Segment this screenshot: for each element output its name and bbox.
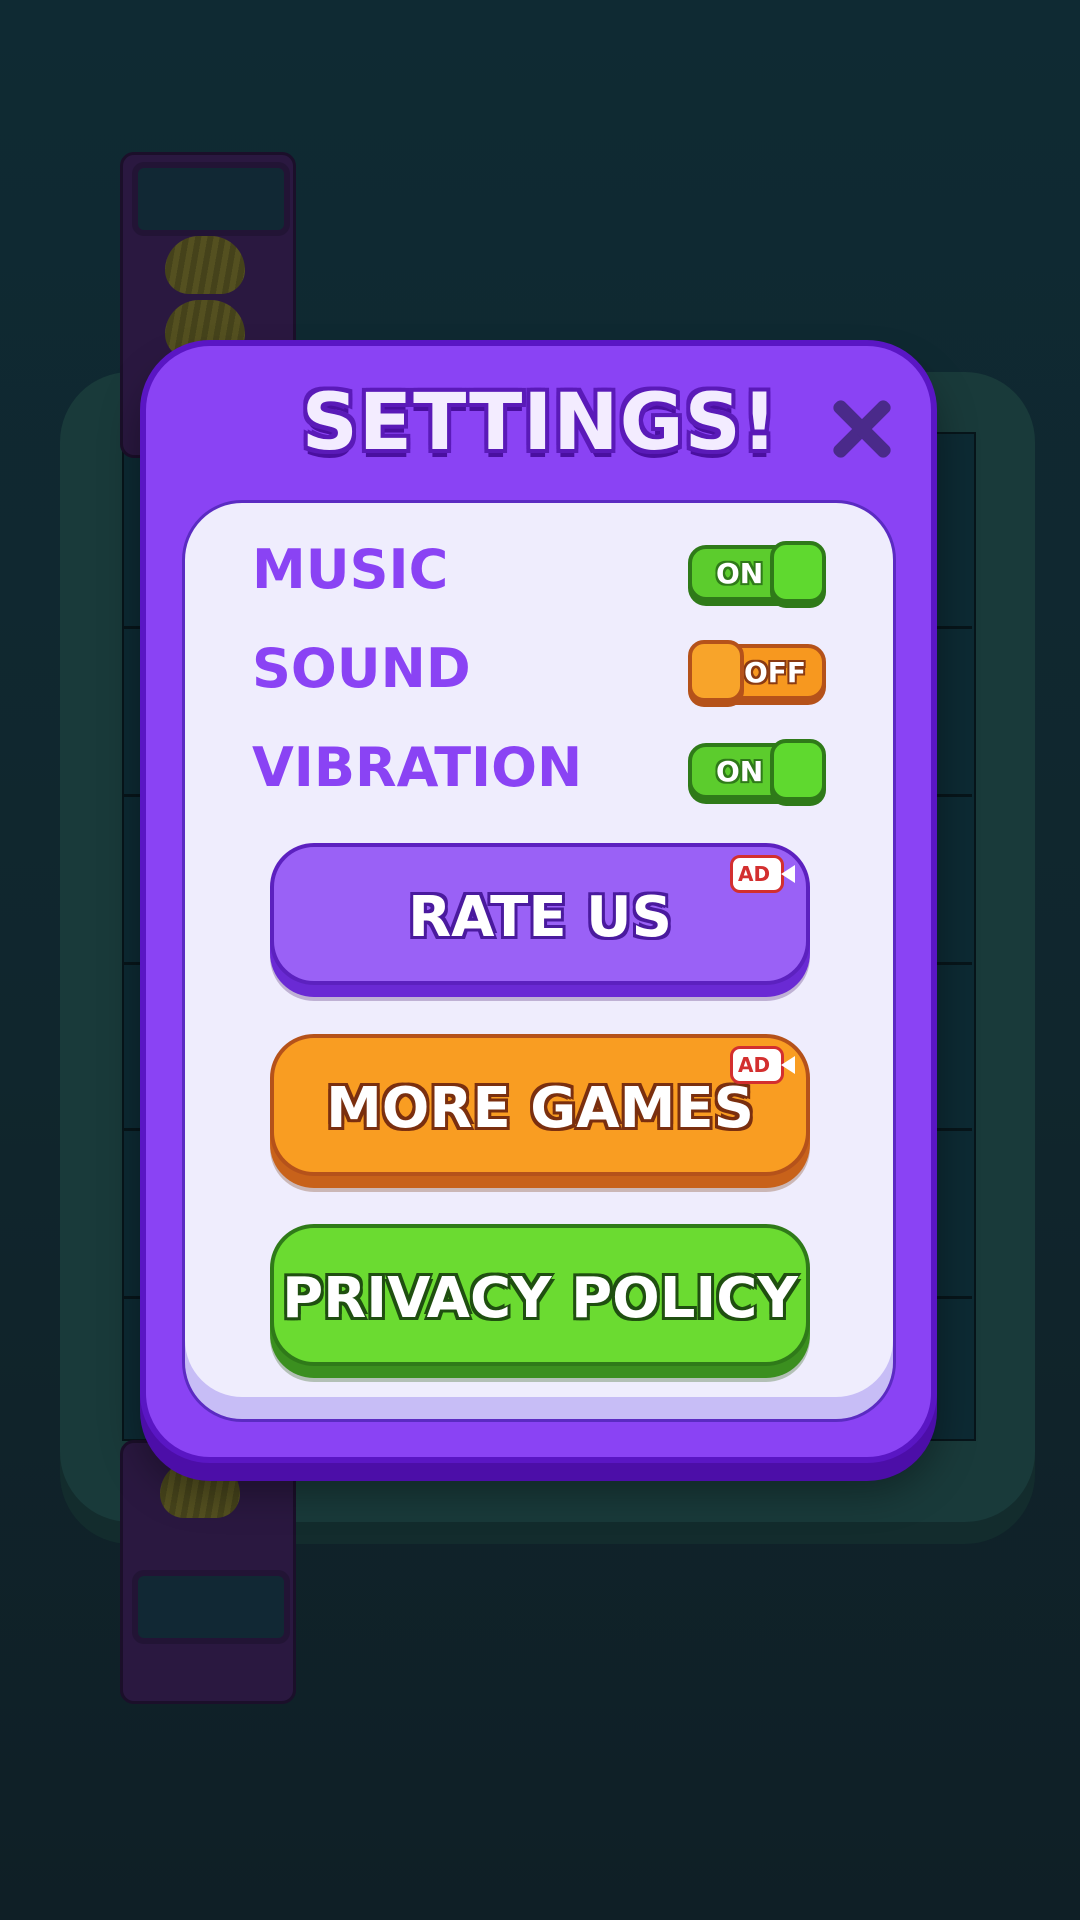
toggle-knob xyxy=(770,541,826,603)
music-toggle[interactable]: ON xyxy=(688,541,826,603)
more-games-label: MORE GAMES xyxy=(326,1076,754,1141)
ad-video-icon: AD xyxy=(730,855,795,893)
toggle-knob xyxy=(688,640,744,702)
toggle-state: OFF xyxy=(743,656,806,689)
modal-title: SETTINGS! xyxy=(301,378,779,468)
ad-video-icon: AD xyxy=(730,1046,795,1084)
music-label: MUSIC xyxy=(252,538,449,601)
privacy-policy-label: PRIVACY POLICY xyxy=(282,1266,798,1331)
rate-us-button[interactable]: RATE US AD xyxy=(270,843,810,985)
tube-cap xyxy=(132,162,290,236)
privacy-policy-button[interactable]: PRIVACY POLICY xyxy=(270,1224,810,1366)
toggle-knob xyxy=(770,739,826,801)
sound-label: SOUND xyxy=(252,637,471,700)
rate-us-label: RATE US xyxy=(408,885,672,950)
tube-content xyxy=(165,236,245,294)
vibration-label: VIBRATION xyxy=(252,736,583,799)
sound-toggle[interactable]: OFF xyxy=(688,640,826,702)
toggle-state: ON xyxy=(716,755,764,788)
more-games-button[interactable]: MORE GAMES AD xyxy=(270,1034,810,1176)
close-icon[interactable] xyxy=(828,396,894,462)
tube-content xyxy=(160,1460,240,1518)
tube-cap xyxy=(132,1570,290,1644)
vibration-toggle[interactable]: ON xyxy=(688,739,826,801)
toggle-state: ON xyxy=(716,557,764,590)
